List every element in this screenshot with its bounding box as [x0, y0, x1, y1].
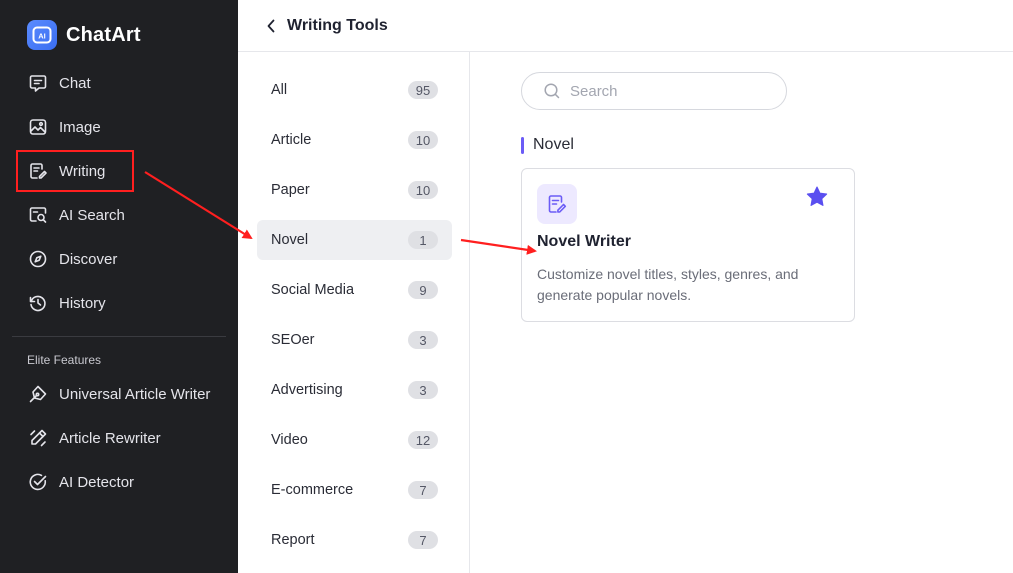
category-item-video[interactable]: Video 12	[257, 420, 452, 460]
category-item-e-commerce[interactable]: E-commerce 7	[257, 470, 452, 510]
category-item-article[interactable]: Article 10	[257, 120, 452, 160]
category-count-badge: 7	[408, 481, 438, 499]
writing-icon	[30, 163, 47, 179]
category-label: Social Media	[271, 282, 355, 298]
pen-nib-icon	[29, 385, 47, 403]
sidebar-item-label: Image	[59, 118, 101, 136]
sidebar-item-ai-detector[interactable]: AI Detector	[28, 470, 134, 494]
sidebar-item-label: History	[59, 294, 106, 312]
category-count-badge: 10	[408, 131, 438, 149]
sidebar-item-label: Chat	[59, 74, 91, 92]
section-heading: Novel	[521, 136, 574, 154]
sidebar-item-history[interactable]: History	[28, 291, 106, 315]
sidebar-item-image[interactable]: Image	[28, 115, 101, 139]
category-label: Advertising	[271, 382, 343, 398]
section-accent-bar	[521, 136, 524, 154]
sidebar-divider	[12, 336, 226, 337]
sidebar: AI ChatArt Chat Image Writing AI Search …	[0, 0, 238, 573]
elite-features-label: Elite Features	[27, 353, 102, 367]
history-icon	[29, 295, 46, 312]
page-title: Writing Tools	[287, 16, 388, 34]
ai-search-icon	[29, 207, 47, 223]
chevron-left-icon	[267, 19, 275, 32]
category-label: Article	[271, 132, 312, 148]
tool-card-description: Customize novel titles, styles, genres, …	[537, 266, 799, 303]
category-label: Report	[271, 532, 315, 548]
brand-name: ChatArt	[66, 23, 141, 46]
category-count-badge: 7	[408, 531, 438, 549]
image-icon	[29, 119, 47, 135]
category-item-advertising[interactable]: Advertising 3	[257, 370, 452, 410]
category-label: Novel	[271, 232, 309, 248]
sidebar-item-label: Discover	[59, 250, 118, 268]
novel-writer-icon	[537, 184, 577, 224]
rewrite-icon	[30, 429, 47, 447]
category-count-badge: 10	[408, 181, 438, 199]
sidebar-item-discover[interactable]: Discover	[28, 247, 117, 271]
category-item-novel[interactable]: Novel 1	[257, 220, 452, 260]
sidebar-item-label: AI Search	[59, 206, 125, 224]
page-header: Writing Tools	[238, 0, 1013, 52]
category-item-social-media[interactable]: Social Media 9	[257, 270, 452, 310]
category-count-badge: 95	[408, 81, 438, 99]
chat-icon	[29, 75, 47, 92]
category-label: Video	[271, 432, 308, 448]
category-item-report[interactable]: Report 7	[257, 520, 452, 560]
sidebar-item-label: Universal Article Writer	[59, 385, 211, 403]
search-input[interactable]	[570, 82, 760, 100]
tool-card-novel-writer[interactable]: Novel Writer Customize novel titles, sty…	[521, 168, 855, 322]
sidebar-item-chat[interactable]: Chat	[28, 71, 91, 95]
category-item-paper[interactable]: Paper 10	[257, 170, 452, 210]
category-list: All 95 Article 10 Paper 10 Novel 1 Socia…	[238, 52, 470, 573]
svg-text:AI: AI	[38, 32, 46, 41]
section-title: Novel	[533, 136, 574, 153]
category-count-badge: 9	[408, 281, 438, 299]
tool-card-title: Novel Writer	[537, 233, 631, 250]
sidebar-item-label: Writing	[59, 162, 106, 180]
favorite-star-icon[interactable]	[804, 184, 830, 210]
search-icon	[544, 83, 560, 99]
sidebar-item-article-rewriter[interactable]: Article Rewriter	[28, 426, 161, 450]
chatart-logo-icon: AI	[27, 20, 57, 50]
brand[interactable]: AI ChatArt	[27, 20, 141, 50]
category-label: Paper	[271, 182, 310, 198]
category-item-all[interactable]: All 95	[257, 70, 452, 110]
category-count-badge: 12	[408, 431, 438, 449]
category-count-badge: 1	[408, 231, 438, 249]
sidebar-item-writing[interactable]: Writing	[28, 159, 105, 183]
category-label: E-commerce	[271, 482, 354, 498]
category-item-seoer[interactable]: SEOer 3	[257, 320, 452, 360]
sidebar-item-label: AI Detector	[59, 473, 135, 491]
back-button[interactable]	[266, 18, 280, 34]
compass-icon	[29, 250, 47, 268]
category-count-badge: 3	[408, 381, 438, 399]
sidebar-item-label: Article Rewriter	[59, 429, 161, 447]
check-circle-icon	[29, 473, 47, 491]
sidebar-item-universal-article-writer[interactable]: Universal Article Writer	[28, 382, 210, 406]
search-box	[521, 72, 787, 110]
category-label: SEOer	[271, 332, 315, 348]
sidebar-item-ai-search[interactable]: AI Search	[28, 203, 125, 227]
category-count-badge: 3	[408, 331, 438, 349]
category-label: All	[271, 82, 288, 98]
